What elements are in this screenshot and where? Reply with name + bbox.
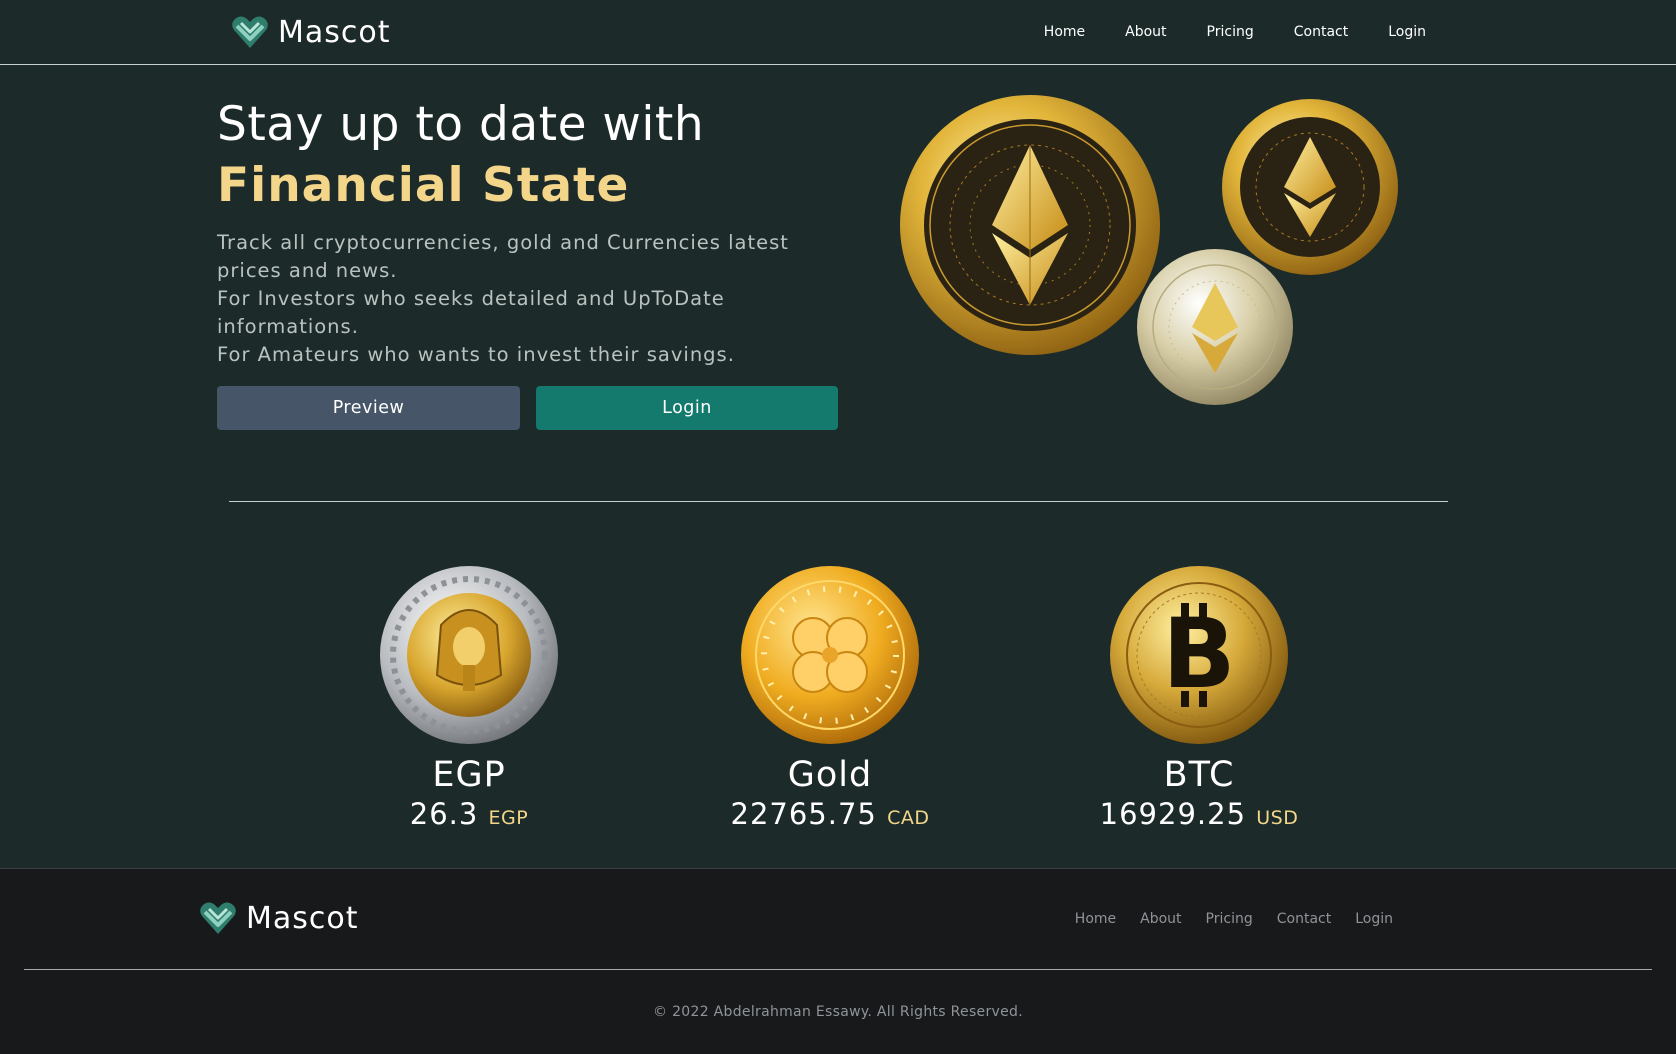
currency-unit: CAD [887, 807, 930, 829]
currency-price: 22765.75 [730, 797, 877, 831]
nav-home-link[interactable]: Home [1024, 24, 1105, 40]
brand-name: Mascot [278, 14, 391, 50]
page-footer: Mascot Home About Pricing Contact Login … [0, 868, 1676, 1054]
currency-unit: USD [1256, 807, 1299, 829]
currency-price: 26.3 [409, 797, 479, 831]
copyright-text: © 2022 Abdelrahman Essawy. All Rights Re… [653, 1004, 1023, 1020]
footer-brand-name: Mascot [246, 900, 359, 936]
nav-contact-link[interactable]: Contact [1274, 24, 1368, 40]
footer-home-link[interactable]: Home [1075, 911, 1116, 927]
nav-links: Home About Pricing Contact Login [1024, 0, 1446, 64]
gold-clover-coin-icon [741, 566, 919, 744]
hero-title-line1: Stay up to date with [217, 97, 705, 152]
currency-name: BTC [1163, 755, 1235, 795]
footer-pricing-link[interactable]: Pricing [1206, 911, 1253, 927]
hero-desc-line: For Amateurs who wants to invest their s… [217, 343, 735, 366]
ethereum-coin-small [1222, 99, 1398, 275]
hero-desc-line: For Investors who seeks detailed and UpT… [217, 287, 725, 338]
ethereum-coins-illustration [900, 95, 1398, 405]
heart-chevron-logo-icon [232, 16, 268, 48]
brand-link[interactable]: Mascot [230, 12, 391, 52]
ethereum-coin-large [900, 95, 1160, 355]
currency-card-egp[interactable]: EGP 26.3 EGP [329, 565, 609, 837]
top-navbar: Mascot Home About Pricing Contact Login [0, 0, 1676, 65]
hero-desc-line: Track all cryptocurrencies, gold and Cur… [217, 231, 789, 282]
nav-about-link[interactable]: About [1105, 24, 1186, 40]
bitcoin-coin-icon: B [1110, 566, 1288, 744]
footer-login-link[interactable]: Login [1355, 911, 1393, 927]
footer-contact-link[interactable]: Contact [1277, 911, 1331, 927]
nav-login-link[interactable]: Login [1368, 24, 1446, 40]
currency-price: 16929.25 [1099, 797, 1247, 831]
footer-brand-link[interactable]: Mascot [198, 898, 359, 938]
login-button[interactable]: Login [536, 386, 838, 430]
footer-divider [24, 969, 1652, 970]
ethereum-coin-silver [1137, 249, 1293, 405]
footer-links: Home About Pricing Contact Login [1075, 899, 1393, 939]
currency-price-line: 26.3 EGP [329, 795, 609, 837]
currency-name: Gold [787, 755, 873, 795]
nav-pricing-link[interactable]: Pricing [1187, 24, 1274, 40]
hero-title: Stay up to date with Financial State [217, 94, 704, 216]
section-divider [229, 501, 1448, 502]
footer-about-link[interactable]: About [1140, 911, 1181, 927]
hero-title-accent: Financial State [217, 158, 630, 213]
currency-unit: EGP [488, 807, 529, 829]
preview-button[interactable]: Preview [217, 386, 520, 430]
currency-price-line: 16929.25 USD [1059, 795, 1339, 837]
currency-card-gold[interactable]: Gold 22765.75 CAD [690, 565, 970, 837]
heart-chevron-logo-icon [200, 902, 236, 934]
hero-description: Track all cryptocurrencies, gold and Cur… [217, 229, 817, 369]
currency-price-line: 22765.75 CAD [690, 795, 970, 837]
egyptian-pound-coin-icon [380, 566, 558, 744]
currency-name: EGP [432, 755, 506, 795]
currency-card-btc[interactable]: B BTC 16929.25 USD [1059, 565, 1339, 837]
